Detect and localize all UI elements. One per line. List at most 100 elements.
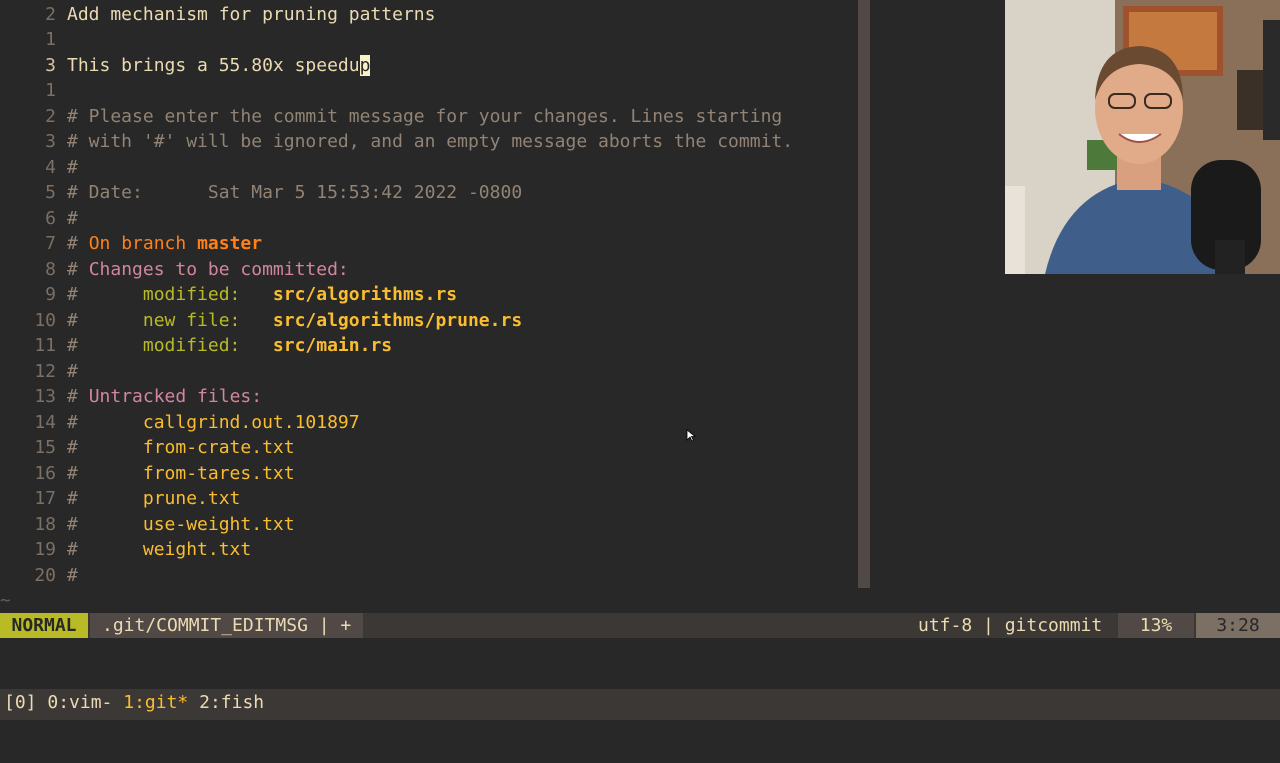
line-number: 6 [45, 207, 56, 229]
tmux-window-2[interactable]: 2:fish [199, 692, 264, 713]
line-text: # new file: src/algorithms/prune.rs [67, 308, 522, 333]
text-segment: callgrind.out.101897 [142, 411, 360, 433]
vim-command-line[interactable] [0, 638, 1280, 688]
text-segment: from-crate.txt [142, 437, 295, 458]
text-segment: src/algorithms/prune.rs [272, 309, 523, 331]
end-of-buffer-tilde: ~ [0, 590, 11, 611]
cursor-position: 3:28 [1196, 613, 1280, 638]
text-segment: # [67, 156, 78, 178]
text-segment: # [67, 564, 78, 586]
editor-line[interactable]: 12 # [0, 359, 858, 384]
editor-line[interactable]: 1 [0, 27, 858, 52]
line-text: # modified: src/main.rs [67, 333, 392, 358]
editor-line[interactable]: 14 # callgrind.out.101897 [0, 410, 858, 435]
text-segment: src/algorithms.rs [272, 284, 458, 305]
webcam-overlay [1005, 0, 1280, 274]
line-number: 2 [45, 105, 56, 127]
line-text: Add mechanism for pruning patterns [67, 2, 435, 27]
vertical-split-separator[interactable] [858, 0, 870, 588]
tmux-window-1[interactable]: 1:git* [123, 692, 188, 713]
editor-line[interactable]: 9 # modified: src/algorithms.rs [0, 282, 858, 307]
line-number: 15 [34, 437, 56, 458]
text-segment: # [67, 309, 143, 331]
line-number: 18 [34, 513, 56, 535]
text-segment: src/main.rs [272, 335, 393, 356]
line-text: # [67, 206, 78, 231]
editor-line[interactable]: 5 # Date: Sat Mar 5 15:53:42 2022 -0800 [0, 180, 858, 205]
person-webcam-overlay [1005, 0, 1280, 274]
text-cursor: p [359, 54, 371, 76]
line-number: 8 [45, 258, 56, 280]
editor-line[interactable]: 15 # from-crate.txt [0, 435, 858, 460]
text-segment: Untracked files: [88, 386, 263, 407]
editor-line[interactable]: 2 # Please enter the commit message for y… [0, 104, 858, 129]
text-segment: # [67, 258, 89, 280]
editor-line[interactable]: 2 Add mechanism for pruning patterns [0, 2, 858, 27]
line-text: # from-crate.txt [67, 435, 295, 460]
editor-line[interactable]: 10 # new file: src/algorithms/prune.rs [0, 308, 858, 333]
line-number: 10 [34, 309, 56, 331]
editor-line[interactable]: 16 # from-tares.txt [0, 461, 858, 486]
scroll-percent: 13% [1118, 613, 1194, 638]
editor-line[interactable]: 1 [0, 78, 858, 103]
line-text: # weight.txt [67, 537, 251, 562]
text-segment: master [197, 233, 263, 254]
text-segment: # [67, 360, 78, 382]
line-number: 11 [34, 335, 56, 356]
text-segment: # [67, 462, 143, 484]
line-text: # Please enter the commit message for yo… [67, 104, 782, 129]
tmux-window-0[interactable]: 0:vim- [47, 692, 112, 713]
editor-line[interactable]: 3 # with '#' will be ignored, and an empt… [0, 129, 858, 154]
editor-line[interactable]: 8 # Changes to be committed: [0, 257, 858, 282]
text-segment: # [67, 539, 143, 560]
editor-line[interactable]: 6 # [0, 206, 858, 231]
editor-line[interactable]: 19 # weight.txt [0, 537, 858, 562]
line-number: 1 [45, 29, 56, 50]
line-number: 3 [45, 54, 56, 76]
text-segment: On branch [88, 233, 198, 254]
line-number: 16 [34, 462, 56, 484]
text-segment: # [67, 386, 89, 407]
editor-line[interactable]: 7 # On branch master [0, 231, 858, 256]
text-segment: This brings a 55.80x speedu [67, 54, 360, 76]
text-segment: new file: [142, 309, 273, 331]
text-segment: # [67, 284, 143, 305]
line-number: 17 [34, 488, 56, 509]
tmux-status-bar: [0] 0:vim- 1:git* 2:fish [0, 689, 1280, 720]
line-text: # with '#' will be ignored, and an empty… [67, 129, 793, 154]
line-text: This brings a 55.80x speedup [67, 53, 371, 78]
editor-line[interactable]: 13 # Untracked files: [0, 384, 858, 409]
text-segment: prune.txt [142, 488, 241, 509]
text-segment: modified: [142, 335, 273, 356]
editor-pane[interactable]: 2 Add mechanism for pruning patterns 1 3 Thi… [0, 0, 858, 588]
text-segment: from-tares.txt [142, 462, 295, 484]
line-number: 3 [45, 131, 56, 152]
text-segment: Changes to be committed: [88, 258, 349, 280]
text-segment: # [67, 335, 143, 356]
line-text: # Untracked files: [67, 384, 262, 409]
mouse-pointer-icon [686, 429, 696, 442]
editor-line[interactable]: 4 # [0, 155, 858, 180]
text-segment: # with '#' will be ignored, and an empty… [67, 131, 794, 152]
line-number: 13 [34, 386, 56, 407]
tmux-session: [0] [4, 692, 37, 713]
editor-line[interactable]: 17 # prune.txt [0, 486, 858, 511]
line-text: # from-tares.txt [67, 461, 295, 486]
text-segment: # [67, 233, 89, 254]
line-text: # prune.txt [67, 486, 240, 511]
line-number: 7 [45, 233, 56, 254]
text-segment: weight.txt [142, 539, 252, 560]
line-text: # modified: src/algorithms.rs [67, 282, 457, 307]
mode-indicator: NORMAL [0, 613, 88, 638]
line-number: 12 [34, 360, 56, 382]
editor-line[interactable]: 3 This brings a 55.80x speedup [0, 53, 858, 78]
editor-line[interactable]: 18 # use-weight.txt [0, 512, 858, 537]
editor-line[interactable]: 20 # [0, 563, 858, 588]
editor-line[interactable]: 11 # modified: src/main.rs [0, 333, 858, 358]
line-text: # callgrind.out.101897 [67, 410, 360, 435]
line-text: # On branch master [67, 231, 262, 256]
text-segment: # [67, 437, 143, 458]
line-number: 14 [34, 411, 56, 433]
text-segment: use-weight.txt [142, 513, 295, 535]
text-segment: # [67, 411, 143, 433]
